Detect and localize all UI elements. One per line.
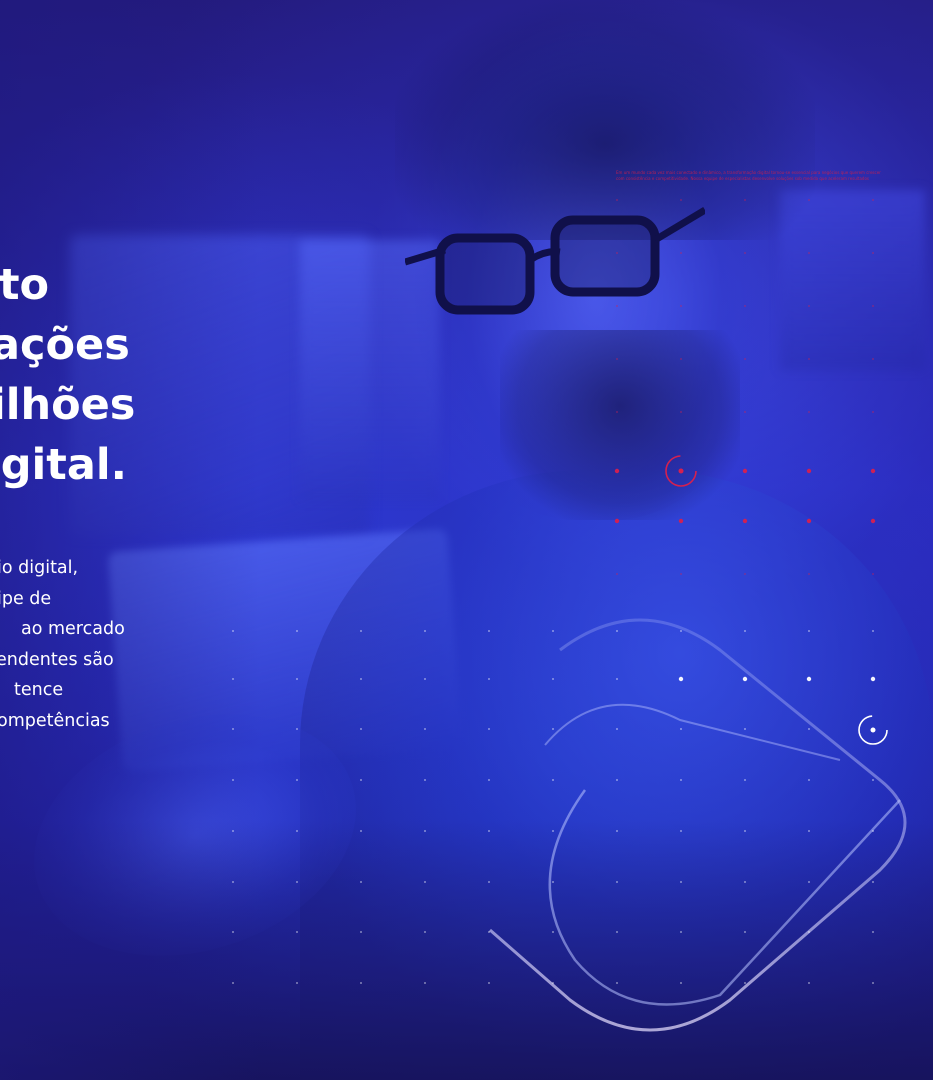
fine-print-block: Em um mundo cada vez mais conectado e di… bbox=[616, 170, 933, 182]
headline-line: igital. bbox=[0, 440, 127, 490]
description-line: ipe de bbox=[0, 588, 52, 609]
hero-description: io digital, ipe de ao mercado endentes s… bbox=[0, 553, 125, 736]
fine-print-line: com consistência e competitividade. Noss… bbox=[616, 176, 869, 181]
hero-headline: to ações ilhões igital. bbox=[0, 255, 135, 495]
description-line: ompetências bbox=[0, 710, 110, 731]
person-beard bbox=[500, 330, 740, 520]
headline-line: ilhões bbox=[0, 380, 136, 430]
description-line: tence bbox=[14, 680, 64, 700]
left-vignette bbox=[0, 0, 260, 1080]
headline-line: to bbox=[0, 260, 50, 310]
description-line: endentes são bbox=[0, 649, 114, 670]
hero-section: Em um mundo cada vez mais conectado e di… bbox=[0, 0, 933, 1080]
glasses-shape bbox=[405, 206, 705, 315]
headline-line: ações bbox=[0, 320, 130, 370]
description-line: io digital, bbox=[0, 558, 79, 578]
description-line: ao mercado bbox=[21, 619, 125, 639]
